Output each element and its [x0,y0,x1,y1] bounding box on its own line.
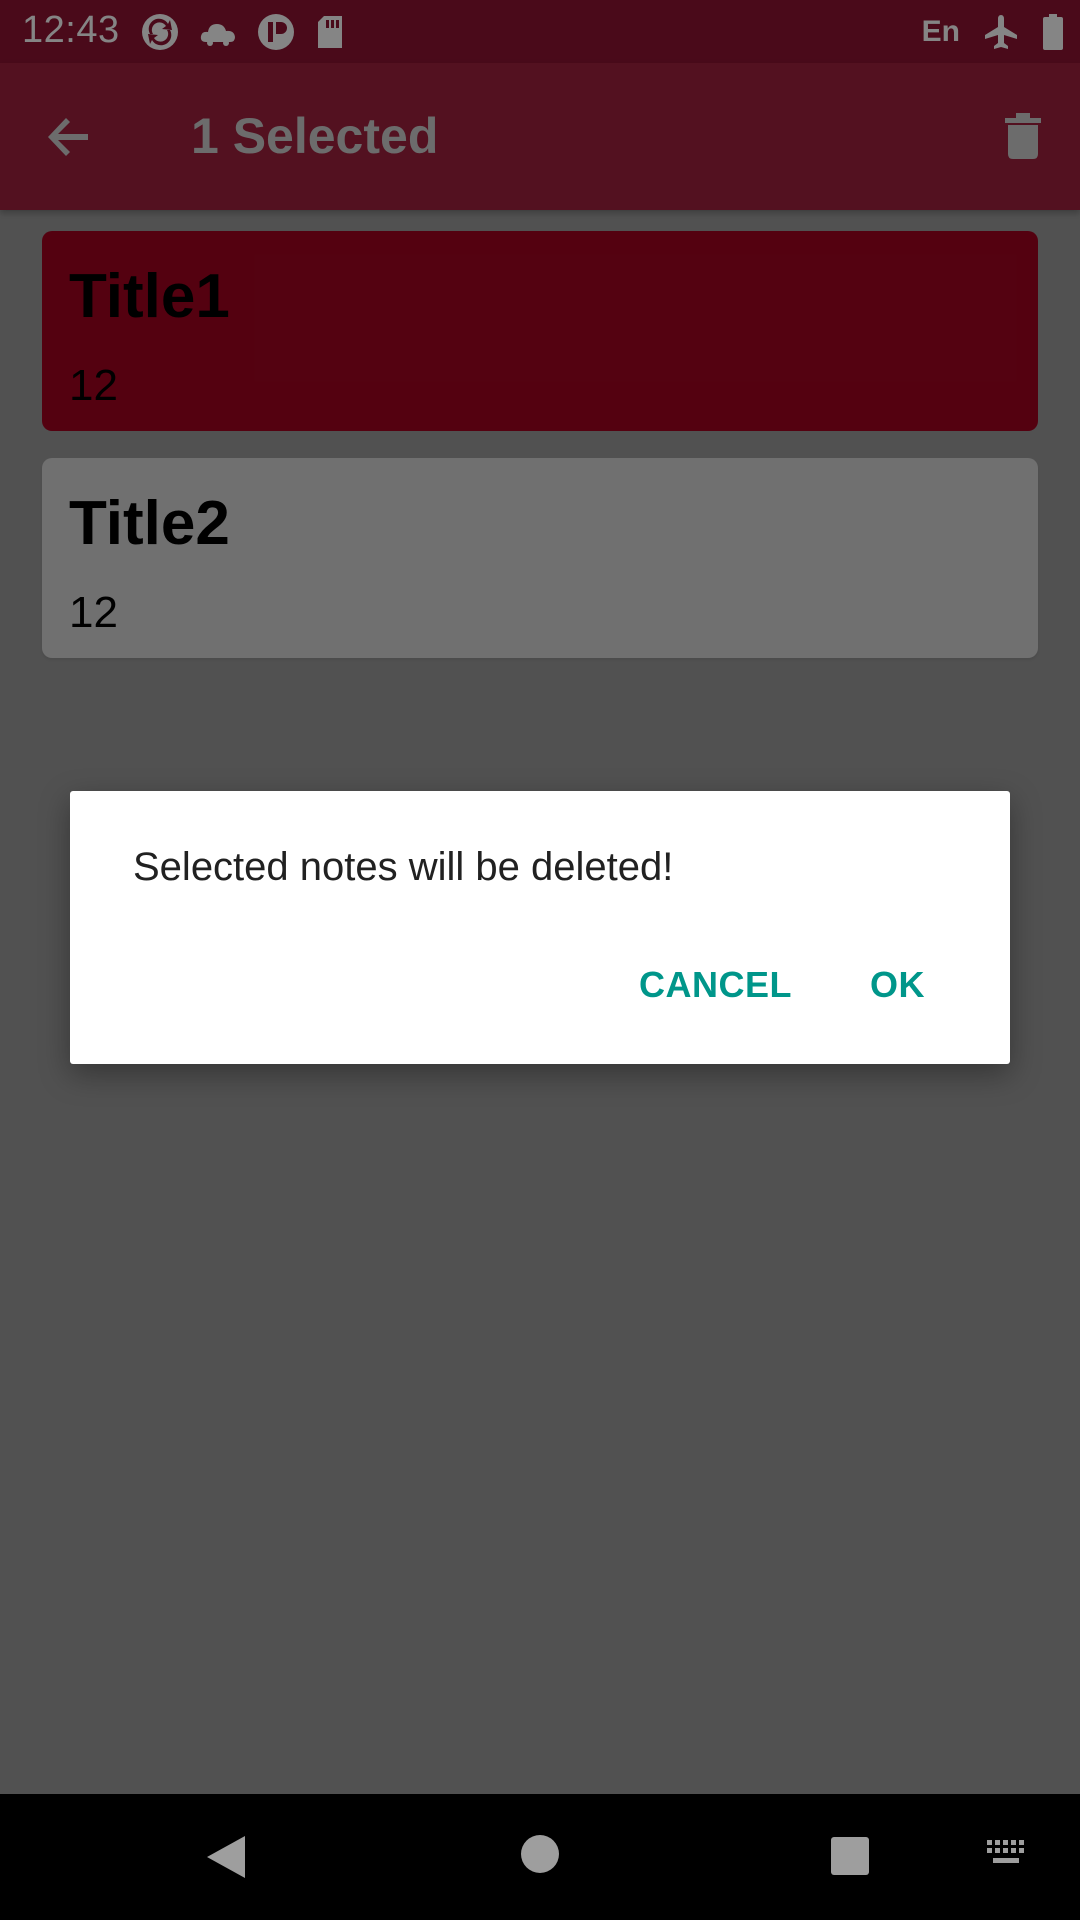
cancel-button[interactable]: CANCEL [639,953,792,1017]
dialog-message: Selected notes will be deleted! [133,845,674,889]
back-triangle-icon[interactable] [205,1834,247,1880]
confirm-delete-dialog: Selected notes will be deleted! CANCEL O… [70,791,1010,1064]
recents-square-icon[interactable] [830,1836,870,1876]
system-nav-bar [0,1794,1080,1920]
ok-button[interactable]: OK [870,953,925,1017]
keyboard-icon[interactable] [985,1838,1029,1868]
home-circle-icon[interactable] [520,1834,560,1874]
